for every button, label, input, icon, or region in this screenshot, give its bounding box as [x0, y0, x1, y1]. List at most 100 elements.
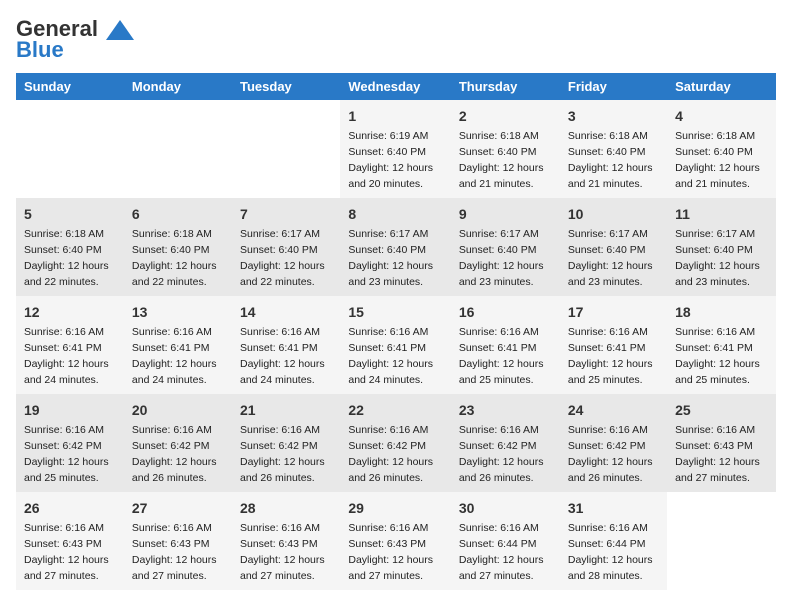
day-info: Sunrise: 6:17 AMSunset: 6:40 PMDaylight:…: [459, 227, 552, 290]
calendar-cell: 18Sunrise: 6:16 AMSunset: 6:41 PMDayligh…: [667, 296, 776, 394]
calendar-cell: [16, 100, 124, 198]
day-info: Sunrise: 6:16 AMSunset: 6:42 PMDaylight:…: [24, 423, 116, 486]
day-number: 11: [675, 204, 768, 225]
calendar-cell: 20Sunrise: 6:16 AMSunset: 6:42 PMDayligh…: [124, 394, 232, 492]
day-number: 9: [459, 204, 552, 225]
calendar-cell: 8Sunrise: 6:17 AMSunset: 6:40 PMDaylight…: [340, 198, 450, 296]
day-number: 26: [24, 498, 116, 519]
day-info: Sunrise: 6:18 AMSunset: 6:40 PMDaylight:…: [24, 227, 116, 290]
calendar-cell: 26Sunrise: 6:16 AMSunset: 6:43 PMDayligh…: [16, 492, 124, 590]
day-number: 31: [568, 498, 659, 519]
day-number: 29: [348, 498, 442, 519]
day-info: Sunrise: 6:18 AMSunset: 6:40 PMDaylight:…: [568, 129, 659, 192]
day-number: 5: [24, 204, 116, 225]
day-info: Sunrise: 6:16 AMSunset: 6:43 PMDaylight:…: [240, 521, 332, 584]
day-number: 24: [568, 400, 659, 421]
calendar-cell: [667, 492, 776, 590]
day-info: Sunrise: 6:16 AMSunset: 6:41 PMDaylight:…: [675, 325, 768, 388]
calendar-cell: 27Sunrise: 6:16 AMSunset: 6:43 PMDayligh…: [124, 492, 232, 590]
day-info: Sunrise: 6:16 AMSunset: 6:41 PMDaylight:…: [459, 325, 552, 388]
calendar-cell: 21Sunrise: 6:16 AMSunset: 6:42 PMDayligh…: [232, 394, 340, 492]
day-info: Sunrise: 6:16 AMSunset: 6:42 PMDaylight:…: [240, 423, 332, 486]
calendar-week-row: 12Sunrise: 6:16 AMSunset: 6:41 PMDayligh…: [16, 296, 776, 394]
calendar-cell: 7Sunrise: 6:17 AMSunset: 6:40 PMDaylight…: [232, 198, 340, 296]
weekday-header-thursday: Thursday: [451, 73, 560, 100]
day-info: Sunrise: 6:16 AMSunset: 6:42 PMDaylight:…: [348, 423, 442, 486]
day-number: 23: [459, 400, 552, 421]
day-number: 30: [459, 498, 552, 519]
day-info: Sunrise: 6:16 AMSunset: 6:41 PMDaylight:…: [24, 325, 116, 388]
day-info: Sunrise: 6:17 AMSunset: 6:40 PMDaylight:…: [568, 227, 659, 290]
weekday-header-tuesday: Tuesday: [232, 73, 340, 100]
day-number: 6: [132, 204, 224, 225]
calendar-week-row: 19Sunrise: 6:16 AMSunset: 6:42 PMDayligh…: [16, 394, 776, 492]
calendar-cell: 3Sunrise: 6:18 AMSunset: 6:40 PMDaylight…: [560, 100, 667, 198]
day-number: 13: [132, 302, 224, 323]
calendar-cell: 28Sunrise: 6:16 AMSunset: 6:43 PMDayligh…: [232, 492, 340, 590]
day-number: 27: [132, 498, 224, 519]
calendar-cell: [124, 100, 232, 198]
day-number: 14: [240, 302, 332, 323]
calendar-cell: 11Sunrise: 6:17 AMSunset: 6:40 PMDayligh…: [667, 198, 776, 296]
day-number: 8: [348, 204, 442, 225]
calendar-cell: 13Sunrise: 6:16 AMSunset: 6:41 PMDayligh…: [124, 296, 232, 394]
day-info: Sunrise: 6:17 AMSunset: 6:40 PMDaylight:…: [348, 227, 442, 290]
day-info: Sunrise: 6:17 AMSunset: 6:40 PMDaylight:…: [675, 227, 768, 290]
day-info: Sunrise: 6:16 AMSunset: 6:42 PMDaylight:…: [132, 423, 224, 486]
calendar-cell: 1Sunrise: 6:19 AMSunset: 6:40 PMDaylight…: [340, 100, 450, 198]
calendar-week-row: 5Sunrise: 6:18 AMSunset: 6:40 PMDaylight…: [16, 198, 776, 296]
day-number: 25: [675, 400, 768, 421]
day-info: Sunrise: 6:16 AMSunset: 6:41 PMDaylight:…: [132, 325, 224, 388]
weekday-header-friday: Friday: [560, 73, 667, 100]
day-info: Sunrise: 6:16 AMSunset: 6:41 PMDaylight:…: [348, 325, 442, 388]
logo: General Blue: [16, 16, 134, 63]
day-number: 22: [348, 400, 442, 421]
calendar-cell: 24Sunrise: 6:16 AMSunset: 6:42 PMDayligh…: [560, 394, 667, 492]
day-info: Sunrise: 6:17 AMSunset: 6:40 PMDaylight:…: [240, 227, 332, 290]
day-number: 18: [675, 302, 768, 323]
calendar-cell: 30Sunrise: 6:16 AMSunset: 6:44 PMDayligh…: [451, 492, 560, 590]
weekday-header-monday: Monday: [124, 73, 232, 100]
day-info: Sunrise: 6:18 AMSunset: 6:40 PMDaylight:…: [132, 227, 224, 290]
day-number: 10: [568, 204, 659, 225]
weekday-header-saturday: Saturday: [667, 73, 776, 100]
day-info: Sunrise: 6:19 AMSunset: 6:40 PMDaylight:…: [348, 129, 442, 192]
calendar-cell: 31Sunrise: 6:16 AMSunset: 6:44 PMDayligh…: [560, 492, 667, 590]
page-header: General Blue: [16, 16, 776, 63]
day-number: 3: [568, 106, 659, 127]
calendar-cell: 23Sunrise: 6:16 AMSunset: 6:42 PMDayligh…: [451, 394, 560, 492]
calendar-cell: 19Sunrise: 6:16 AMSunset: 6:42 PMDayligh…: [16, 394, 124, 492]
calendar-table: SundayMondayTuesdayWednesdayThursdayFrid…: [16, 73, 776, 590]
calendar-week-row: 1Sunrise: 6:19 AMSunset: 6:40 PMDaylight…: [16, 100, 776, 198]
day-number: 19: [24, 400, 116, 421]
weekday-header-sunday: Sunday: [16, 73, 124, 100]
calendar-cell: 29Sunrise: 6:16 AMSunset: 6:43 PMDayligh…: [340, 492, 450, 590]
calendar-cell: 5Sunrise: 6:18 AMSunset: 6:40 PMDaylight…: [16, 198, 124, 296]
calendar-cell: 16Sunrise: 6:16 AMSunset: 6:41 PMDayligh…: [451, 296, 560, 394]
day-number: 21: [240, 400, 332, 421]
calendar-cell: 9Sunrise: 6:17 AMSunset: 6:40 PMDaylight…: [451, 198, 560, 296]
day-number: 1: [348, 106, 442, 127]
day-info: Sunrise: 6:16 AMSunset: 6:42 PMDaylight:…: [568, 423, 659, 486]
day-info: Sunrise: 6:16 AMSunset: 6:43 PMDaylight:…: [24, 521, 116, 584]
calendar-cell: 2Sunrise: 6:18 AMSunset: 6:40 PMDaylight…: [451, 100, 560, 198]
day-info: Sunrise: 6:16 AMSunset: 6:43 PMDaylight:…: [675, 423, 768, 486]
day-info: Sunrise: 6:16 AMSunset: 6:43 PMDaylight:…: [132, 521, 224, 584]
day-info: Sunrise: 6:16 AMSunset: 6:42 PMDaylight:…: [459, 423, 552, 486]
calendar-cell: [232, 100, 340, 198]
calendar-cell: 14Sunrise: 6:16 AMSunset: 6:41 PMDayligh…: [232, 296, 340, 394]
day-number: 7: [240, 204, 332, 225]
calendar-cell: 22Sunrise: 6:16 AMSunset: 6:42 PMDayligh…: [340, 394, 450, 492]
day-info: Sunrise: 6:16 AMSunset: 6:44 PMDaylight:…: [568, 521, 659, 584]
calendar-cell: 10Sunrise: 6:17 AMSunset: 6:40 PMDayligh…: [560, 198, 667, 296]
day-info: Sunrise: 6:16 AMSunset: 6:41 PMDaylight:…: [568, 325, 659, 388]
calendar-cell: 15Sunrise: 6:16 AMSunset: 6:41 PMDayligh…: [340, 296, 450, 394]
day-info: Sunrise: 6:18 AMSunset: 6:40 PMDaylight:…: [675, 129, 768, 192]
calendar-cell: 12Sunrise: 6:16 AMSunset: 6:41 PMDayligh…: [16, 296, 124, 394]
day-number: 4: [675, 106, 768, 127]
day-number: 15: [348, 302, 442, 323]
weekday-header-row: SundayMondayTuesdayWednesdayThursdayFrid…: [16, 73, 776, 100]
calendar-cell: 6Sunrise: 6:18 AMSunset: 6:40 PMDaylight…: [124, 198, 232, 296]
calendar-week-row: 26Sunrise: 6:16 AMSunset: 6:43 PMDayligh…: [16, 492, 776, 590]
day-number: 20: [132, 400, 224, 421]
